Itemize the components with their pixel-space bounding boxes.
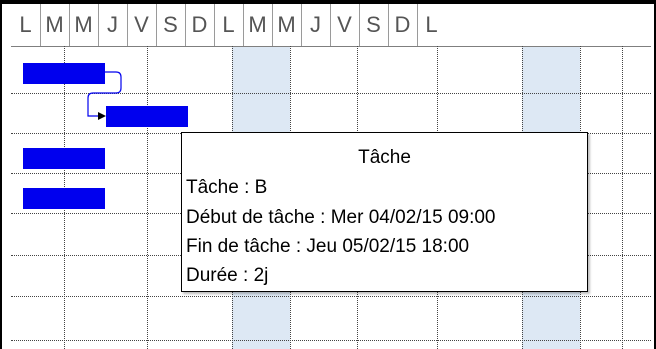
tooltip-task-name: Tâche : B bbox=[186, 177, 268, 198]
tooltip-start-date: Début de tâche : Mer 04/02/15 09:00 bbox=[186, 207, 496, 228]
day-label: S bbox=[163, 12, 178, 37]
gantt-chart: L M M J V S D L M M J V S D L Tâche Tâch… bbox=[0, 0, 656, 349]
day-label: D bbox=[394, 12, 411, 37]
day-label: M bbox=[45, 12, 64, 37]
day-label: J bbox=[107, 12, 118, 37]
task-bar[interactable] bbox=[23, 188, 105, 209]
day-label: L bbox=[222, 12, 235, 37]
grid-row-line bbox=[11, 340, 651, 341]
day-label: L bbox=[425, 12, 438, 37]
grid-row-line bbox=[11, 93, 651, 94]
header-separator bbox=[69, 4, 70, 46]
header-separator bbox=[330, 4, 331, 46]
day-label: M bbox=[74, 12, 93, 37]
header-separator bbox=[98, 4, 99, 46]
header-separator bbox=[185, 4, 186, 46]
day-label: D bbox=[191, 12, 208, 37]
header-separator bbox=[214, 4, 215, 46]
header-separator bbox=[243, 4, 244, 46]
header-separator bbox=[40, 4, 41, 46]
header-separator bbox=[272, 4, 273, 46]
header-separator bbox=[301, 4, 302, 46]
grid-row-line bbox=[11, 296, 651, 297]
day-label: V bbox=[337, 12, 352, 37]
header-separator bbox=[417, 4, 418, 46]
day-label: M bbox=[277, 12, 296, 37]
day-label: J bbox=[310, 12, 321, 37]
day-label: S bbox=[366, 12, 381, 37]
header-separator bbox=[156, 4, 157, 46]
day-label: M bbox=[248, 12, 267, 37]
grid-column-line bbox=[622, 46, 623, 349]
grid-column-line bbox=[147, 46, 148, 349]
header-separator bbox=[359, 4, 360, 46]
task-tooltip: Tâche Tâche : B Début de tâche : Mer 04/… bbox=[181, 132, 588, 292]
task-bar[interactable] bbox=[23, 63, 105, 84]
header-separator bbox=[127, 4, 128, 46]
header-separator bbox=[388, 4, 389, 46]
tooltip-duration: Durée : 2j bbox=[186, 265, 269, 286]
task-bar[interactable] bbox=[23, 148, 105, 169]
tooltip-end-date: Fin de tâche : Jeu 05/02/15 18:00 bbox=[186, 236, 470, 257]
timescale-header: L M M J V S D L M M J V S D L bbox=[11, 4, 651, 47]
tooltip-title: Tâche bbox=[358, 147, 411, 168]
day-label: V bbox=[134, 12, 149, 37]
task-bar[interactable] bbox=[106, 106, 188, 127]
day-label: L bbox=[19, 12, 32, 37]
